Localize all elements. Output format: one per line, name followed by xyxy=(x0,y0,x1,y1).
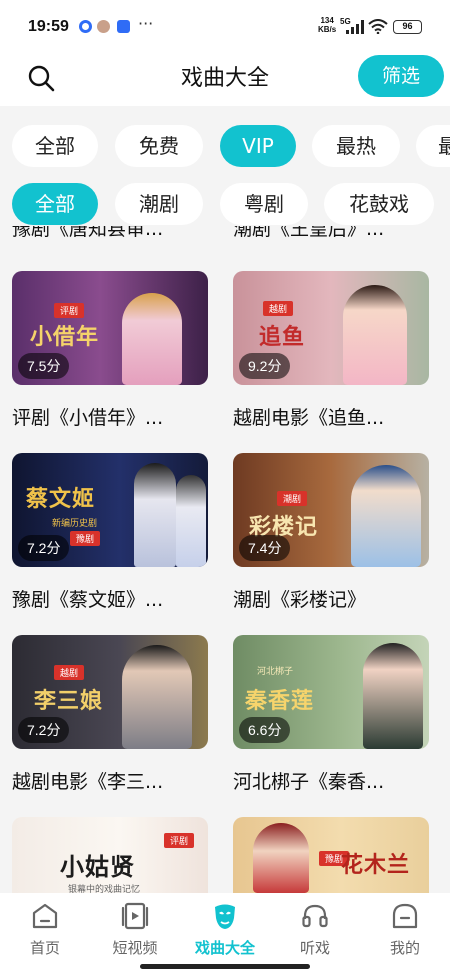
score-badge: 9.2分 xyxy=(239,353,291,379)
tab-home[interactable]: 首页 xyxy=(0,893,90,974)
thumbnail-subtitle: 银幕中的戏曲记忆 xyxy=(68,885,141,893)
opera-card-thumbnail[interactable]: 河北梆子 秦香莲 6.6分 xyxy=(233,635,429,749)
card-label[interactable]: 潮剧《彩楼记》 xyxy=(233,585,433,612)
app-notification-icon xyxy=(79,20,92,33)
card-label[interactable]: 豫剧《蔡文姬》... xyxy=(12,585,212,612)
category-chip-all[interactable]: 全部 xyxy=(12,125,98,167)
partial-card-label-left[interactable]: 豫剧《唐知县审... xyxy=(12,226,212,244)
thumbnail-title: 小借年 xyxy=(30,324,100,350)
filter-button[interactable]: 筛选 xyxy=(358,55,444,97)
opera-card-thumbnail[interactable]: 评剧 小借年 7.5分 xyxy=(12,271,208,385)
bottom-tab-bar: 首页 短视频 戏曲大全 听戏 我的 xyxy=(0,893,450,974)
score-badge: 7.4分 xyxy=(239,535,291,561)
tab-listen-label: 听戏 xyxy=(299,939,330,957)
tab-opera-label: 戏曲大全 xyxy=(194,939,255,957)
thumbnail-tag: 评剧 xyxy=(54,303,85,318)
performer-figure xyxy=(363,643,423,749)
short-video-icon xyxy=(121,902,149,930)
performer-figure xyxy=(134,463,176,567)
category-chip-partial[interactable]: 最 xyxy=(416,125,450,167)
status-bar: 19:59 ··· 134 KB/s 5G 96 xyxy=(0,0,450,52)
opera-card-thumbnail[interactable]: 越剧 李三娘 7.2分 xyxy=(12,635,208,749)
thumbnail-title: 秦香莲 xyxy=(245,688,315,714)
partial-card-label-right-text: 潮剧《王皇后》... xyxy=(233,226,385,240)
performer-figure xyxy=(122,293,182,385)
thumbnail-tag: 评剧 xyxy=(164,833,195,848)
status-time: 19:59 xyxy=(28,18,69,35)
opera-card-thumbnail[interactable]: 越剧 追鱼 9.2分 xyxy=(233,271,429,385)
tab-profile-label: 我的 xyxy=(389,939,420,957)
genre-chip-huaguxi[interactable]: 花鼓戏 xyxy=(324,183,434,225)
opera-card-thumbnail[interactable]: 小姑贤 评剧 银幕中的戏曲记忆 xyxy=(12,817,208,893)
tab-opera[interactable]: 戏曲大全 xyxy=(180,893,270,974)
home-icon xyxy=(32,903,58,929)
score-badge: 7.2分 xyxy=(18,717,70,743)
opera-card-thumbnail[interactable]: 豫剧 花木兰 xyxy=(233,817,429,893)
network-speed-unit: KB/s xyxy=(318,25,337,34)
performer-figure xyxy=(176,475,206,567)
avatar-notification-icon xyxy=(97,20,110,33)
partial-card-label-right[interactable]: 潮剧《王皇后》... xyxy=(233,226,433,244)
headphones-icon xyxy=(302,904,328,928)
network-speed-value: 134 xyxy=(320,16,334,25)
more-notifications-icon: ··· xyxy=(138,14,154,33)
network-speed: 134 KB/s xyxy=(318,16,336,34)
performer-figure xyxy=(122,645,192,749)
genre-chip-yueju[interactable]: 粤剧 xyxy=(220,183,308,225)
tab-short-video[interactable]: 短视频 xyxy=(90,893,180,974)
profile-icon xyxy=(392,903,418,929)
performer-figure xyxy=(253,823,309,893)
opera-card-thumbnail[interactable]: 蔡文姬 新编历史剧 豫剧 7.2分 xyxy=(12,453,208,567)
card-label[interactable]: 河北梆子《秦香... xyxy=(233,767,433,794)
thumbnail-tag: 豫剧 xyxy=(70,531,101,546)
thumbnail-title: 小姑贤 xyxy=(60,852,135,881)
opera-mask-icon xyxy=(215,904,235,929)
header: 戏曲大全 筛选 xyxy=(0,52,450,106)
genre-chip-all[interactable]: 全部 xyxy=(12,183,98,225)
category-chip-free[interactable]: 免费 xyxy=(115,125,203,167)
performer-figure xyxy=(351,465,421,567)
thumbnail-title: 追鱼 xyxy=(259,324,306,350)
tab-listen[interactable]: 听戏 xyxy=(270,893,360,974)
performer-figure xyxy=(343,285,407,385)
tab-profile[interactable]: 我的 xyxy=(360,893,450,974)
app-store-notification-icon xyxy=(117,20,130,33)
thumbnail-title: 花木兰 xyxy=(341,852,411,878)
signal-icon xyxy=(346,20,364,34)
score-badge: 7.2分 xyxy=(18,535,70,561)
tab-short-video-label: 短视频 xyxy=(112,939,158,957)
home-indicator[interactable] xyxy=(140,964,310,969)
wifi-icon xyxy=(368,19,388,34)
thumbnail-title: 蔡文姬 xyxy=(26,486,96,512)
battery-indicator: 96 xyxy=(393,20,422,34)
thumbnail-tag: 河北梆子 xyxy=(257,667,294,677)
partial-card-label-left-text: 豫剧《唐知县审... xyxy=(12,226,164,240)
card-label[interactable]: 越剧电影《李三... xyxy=(12,767,212,794)
score-badge: 6.6分 xyxy=(239,717,291,743)
thumbnail-tag: 潮剧 xyxy=(277,491,308,506)
card-label[interactable]: 越剧电影《追鱼... xyxy=(233,403,433,430)
thumbnail-title: 李三娘 xyxy=(34,688,104,714)
category-chip-hottest[interactable]: 最热 xyxy=(312,125,400,167)
card-label[interactable]: 评剧《小借年》... xyxy=(12,403,212,430)
score-badge: 7.5分 xyxy=(18,353,70,379)
opera-card-thumbnail[interactable]: 潮剧 彩楼记 7.4分 xyxy=(233,453,429,567)
tab-home-label: 首页 xyxy=(29,939,60,957)
category-chip-vip[interactable]: VIP xyxy=(220,125,296,167)
thumbnail-tag: 越剧 xyxy=(54,665,85,680)
genre-chip-chaoju[interactable]: 潮剧 xyxy=(115,183,203,225)
thumbnail-tag: 越剧 xyxy=(263,301,294,316)
thumbnail-subtitle: 新编历史剧 xyxy=(52,519,98,529)
